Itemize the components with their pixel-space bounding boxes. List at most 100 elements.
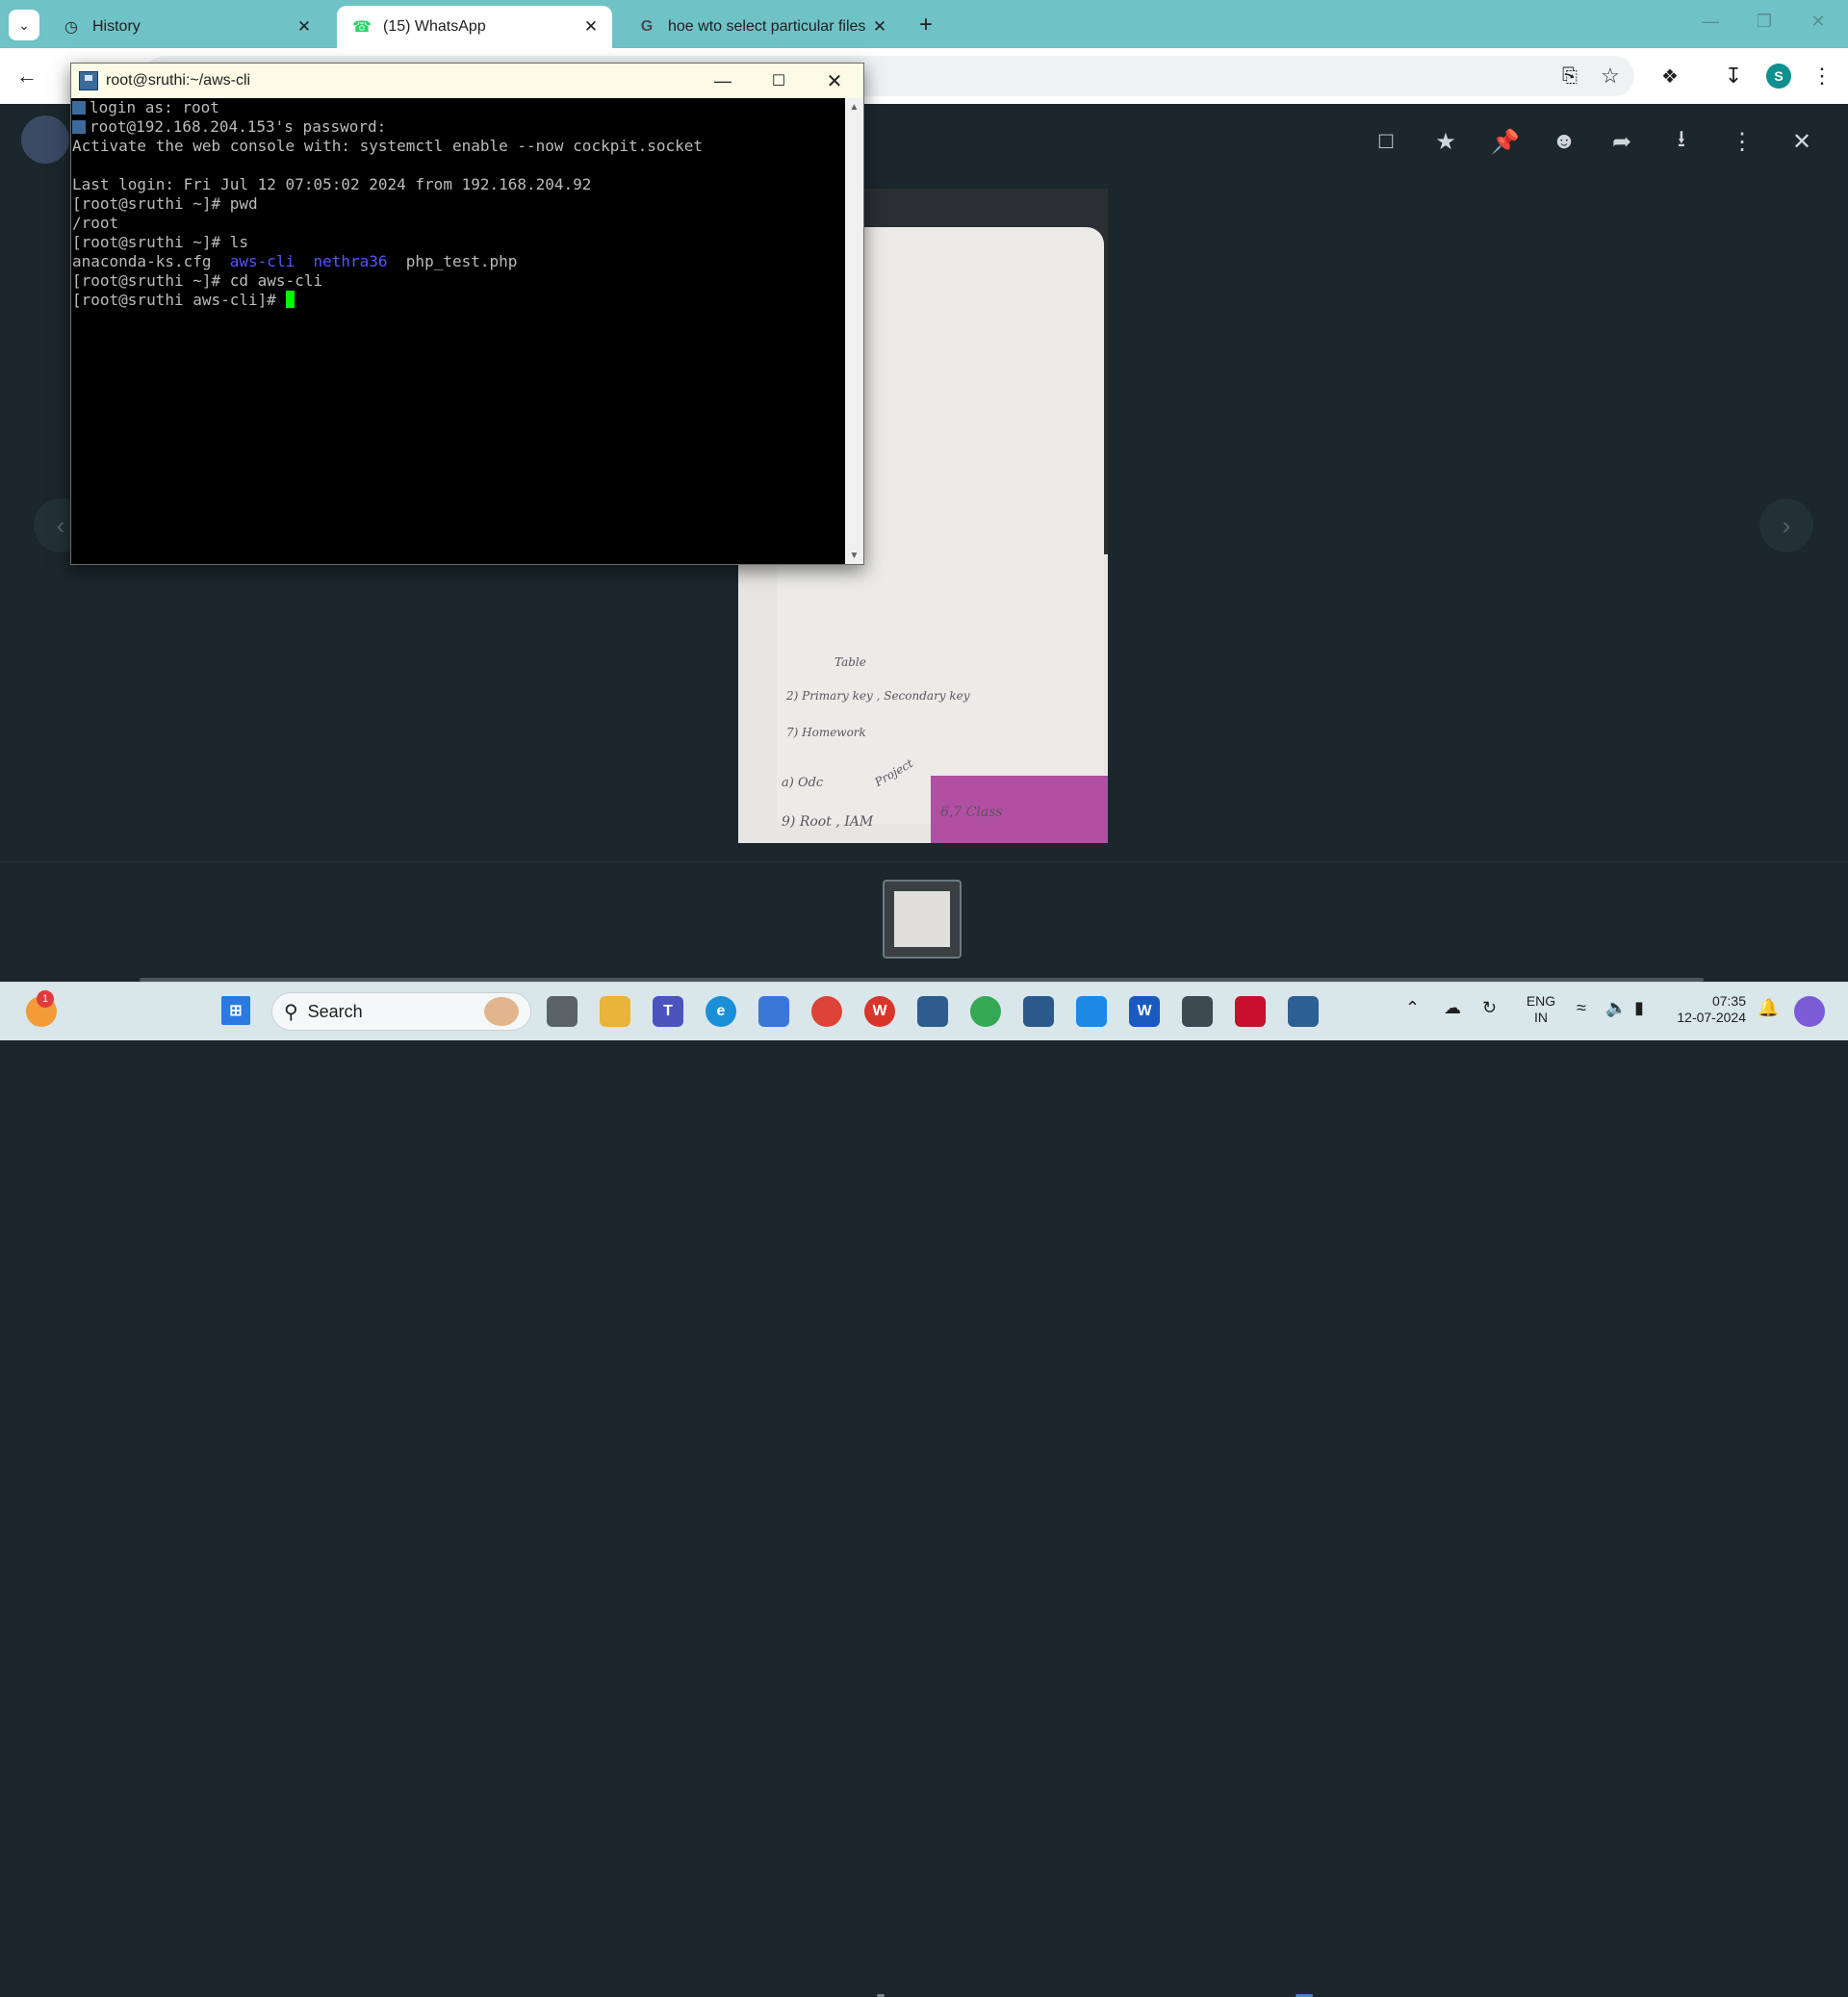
restore-window-button[interactable]: ❐ — [1750, 12, 1779, 32]
new-tab-button[interactable]: + — [912, 12, 939, 38]
taskbar-search[interactable]: ⚲ Search — [271, 992, 531, 1031]
notification-badge: 1 — [37, 990, 54, 1008]
teams-icon[interactable]: T — [653, 996, 683, 1027]
task-view-icon[interactable] — [547, 996, 578, 1027]
putty-minimize-button[interactable]: — — [701, 67, 745, 94]
next-media-button[interactable]: › — [1759, 499, 1813, 552]
tab-search-button[interactable]: ⌄ — [9, 10, 39, 40]
close-window-button[interactable]: ✕ — [1804, 12, 1833, 32]
download-icon: ↧ — [1724, 64, 1743, 88]
note-line: 7) Homework — [786, 726, 866, 739]
photos-icon[interactable] — [1076, 996, 1107, 1027]
virtualbox-icon[interactable] — [1023, 996, 1054, 1027]
terminal-line: [root@sruthi ~]# cd aws-cli — [72, 271, 323, 290]
chevron-up-icon[interactable]: ⌃ — [1405, 999, 1420, 1016]
back-button[interactable]: ← — [13, 62, 41, 90]
pin-icon: 📌 — [1491, 128, 1520, 155]
putty-small-icon — [72, 120, 86, 134]
scroll-up-icon[interactable]: ▲ — [845, 98, 863, 115]
file-entry: anaconda-ks.cfg — [72, 252, 212, 270]
browser-menu-button[interactable]: ⋮ — [1808, 62, 1836, 90]
sync-icon[interactable]: ↻ — [1482, 999, 1497, 1016]
app-icon[interactable] — [1182, 996, 1213, 1027]
start-button[interactable]: ⊞ — [221, 996, 250, 1025]
plus-icon: + — [918, 12, 933, 38]
puzzle-icon: ❖ — [1661, 65, 1679, 88]
directory-entry: nethra36 — [313, 252, 388, 270]
minimize-window-button[interactable]: — — [1696, 12, 1725, 32]
battery-icon[interactable]: ▮ — [1634, 999, 1644, 1016]
copilot-icon[interactable] — [1794, 996, 1825, 1027]
chrome-icon[interactable] — [811, 996, 842, 1027]
word-icon[interactable]: W — [1129, 996, 1160, 1027]
search-label: Search — [307, 1001, 363, 1021]
pin-button[interactable]: 📌 — [1489, 125, 1522, 158]
tab-title: History — [92, 18, 141, 35]
shell-icon — [484, 997, 519, 1026]
arrow-left-icon: ← — [16, 64, 38, 88]
more-vertical-icon: ⋮ — [1731, 128, 1754, 155]
note-line: 2) Primary key , Secondary key — [786, 689, 970, 703]
download-icon: ⭳ — [1677, 125, 1686, 152]
more-options-button[interactable]: ⋮ — [1726, 125, 1758, 158]
install-app-button[interactable]: ⎘ — [1555, 62, 1584, 90]
forward-button[interactable]: ➦ — [1605, 125, 1638, 158]
putty-taskbar-icon[interactable] — [1288, 996, 1319, 1027]
star-icon: ★ — [1435, 128, 1456, 155]
star-button[interactable]: ★ — [1429, 125, 1462, 158]
terminal-prompt: [root@sruthi aws-cli]# — [72, 291, 295, 310]
bell-icon[interactable]: 🔔 — [1758, 999, 1779, 1016]
tab-title: (15) WhatsApp — [383, 18, 486, 35]
downloads-button[interactable]: ↧ — [1719, 62, 1748, 90]
close-tab-icon[interactable]: ✕ — [293, 17, 316, 37]
media-thumbnail[interactable] — [883, 880, 962, 959]
extensions-button[interactable]: ❖ — [1656, 62, 1684, 90]
profile-avatar[interactable]: S — [1766, 64, 1791, 89]
chevron-right-icon: › — [1782, 510, 1791, 540]
taskbar: 1 ⊞ ⚲ Search T e W W ⌃ ☁ ↻ ENG IN ≈ 🔈 ▮ 0… — [0, 982, 1848, 1997]
close-tab-icon[interactable]: ✕ — [868, 17, 891, 37]
terminal-screen[interactable]: login as: root root@192.168.204.153's pa… — [71, 98, 845, 564]
tab-whatsapp[interactable]: ☎ (15) WhatsApp ✕ — [337, 6, 612, 48]
putty-title: root@sruthi:~/aws-cli — [106, 72, 251, 89]
wifi-icon[interactable]: ≈ — [1577, 999, 1586, 1016]
note-line: 9) Root , IAM — [782, 814, 874, 830]
note-line: Table — [834, 655, 866, 669]
volume-icon[interactable]: 🔈 — [1605, 999, 1627, 1016]
chrome-profile-icon[interactable] — [970, 996, 1001, 1027]
terminal-line: [root@sruthi ~]# pwd — [72, 194, 258, 213]
network-app-icon[interactable] — [917, 996, 948, 1027]
bookmark-button[interactable]: ☆ — [1596, 62, 1625, 90]
terminal-scrollbar[interactable]: ▲ ▼ — [845, 98, 863, 564]
close-tab-icon[interactable]: ✕ — [579, 17, 603, 37]
note-line: a) Odc — [782, 776, 824, 790]
wps-office-icon[interactable]: W — [864, 996, 895, 1027]
close-icon: ✕ — [1791, 128, 1812, 155]
terminal-line: Last login: Fri Jul 12 07:05:02 2024 fro… — [72, 175, 592, 193]
file-explorer-icon[interactable] — [600, 996, 630, 1027]
reply-button[interactable]: □ — [1370, 125, 1402, 158]
thumbnail-image — [894, 891, 950, 947]
putty-close-button[interactable]: ✕ — [812, 67, 857, 94]
tab-google-search[interactable]: G hoe wto select particular files to ✕ — [622, 6, 901, 48]
more-vertical-icon: ⋮ — [1811, 64, 1833, 88]
language-indicator[interactable]: ENG IN — [1519, 993, 1563, 1026]
onedrive-icon[interactable]: ☁ — [1444, 999, 1461, 1016]
terminal-line: login as: root — [72, 98, 219, 117]
clock[interactable]: 07:35 12-07-2024 — [1659, 993, 1746, 1026]
tab-history[interactable]: ◷ History ✕ — [46, 6, 325, 48]
directory-entry: aws-cli — [229, 252, 295, 270]
react-button[interactable]: ☻ — [1548, 125, 1580, 158]
store-icon[interactable] — [758, 996, 789, 1027]
edge-icon[interactable]: e — [706, 996, 736, 1027]
download-media-button[interactable]: ⭳ — [1665, 125, 1698, 158]
search-icon: ⚲ — [284, 1001, 298, 1023]
forward-icon: ➦ — [1611, 128, 1632, 155]
adobe-icon[interactable] — [1235, 996, 1266, 1027]
install-icon: ⎘ — [1562, 64, 1578, 87]
putty-maximize-button[interactable]: ☐ — [757, 67, 801, 94]
close-viewer-button[interactable]: ✕ — [1785, 125, 1818, 158]
putty-window[interactable]: root@sruthi:~/aws-cli — ☐ ✕ login as: ro… — [70, 63, 864, 565]
putty-icon — [79, 71, 98, 90]
scroll-down-icon[interactable]: ▼ — [845, 547, 863, 564]
